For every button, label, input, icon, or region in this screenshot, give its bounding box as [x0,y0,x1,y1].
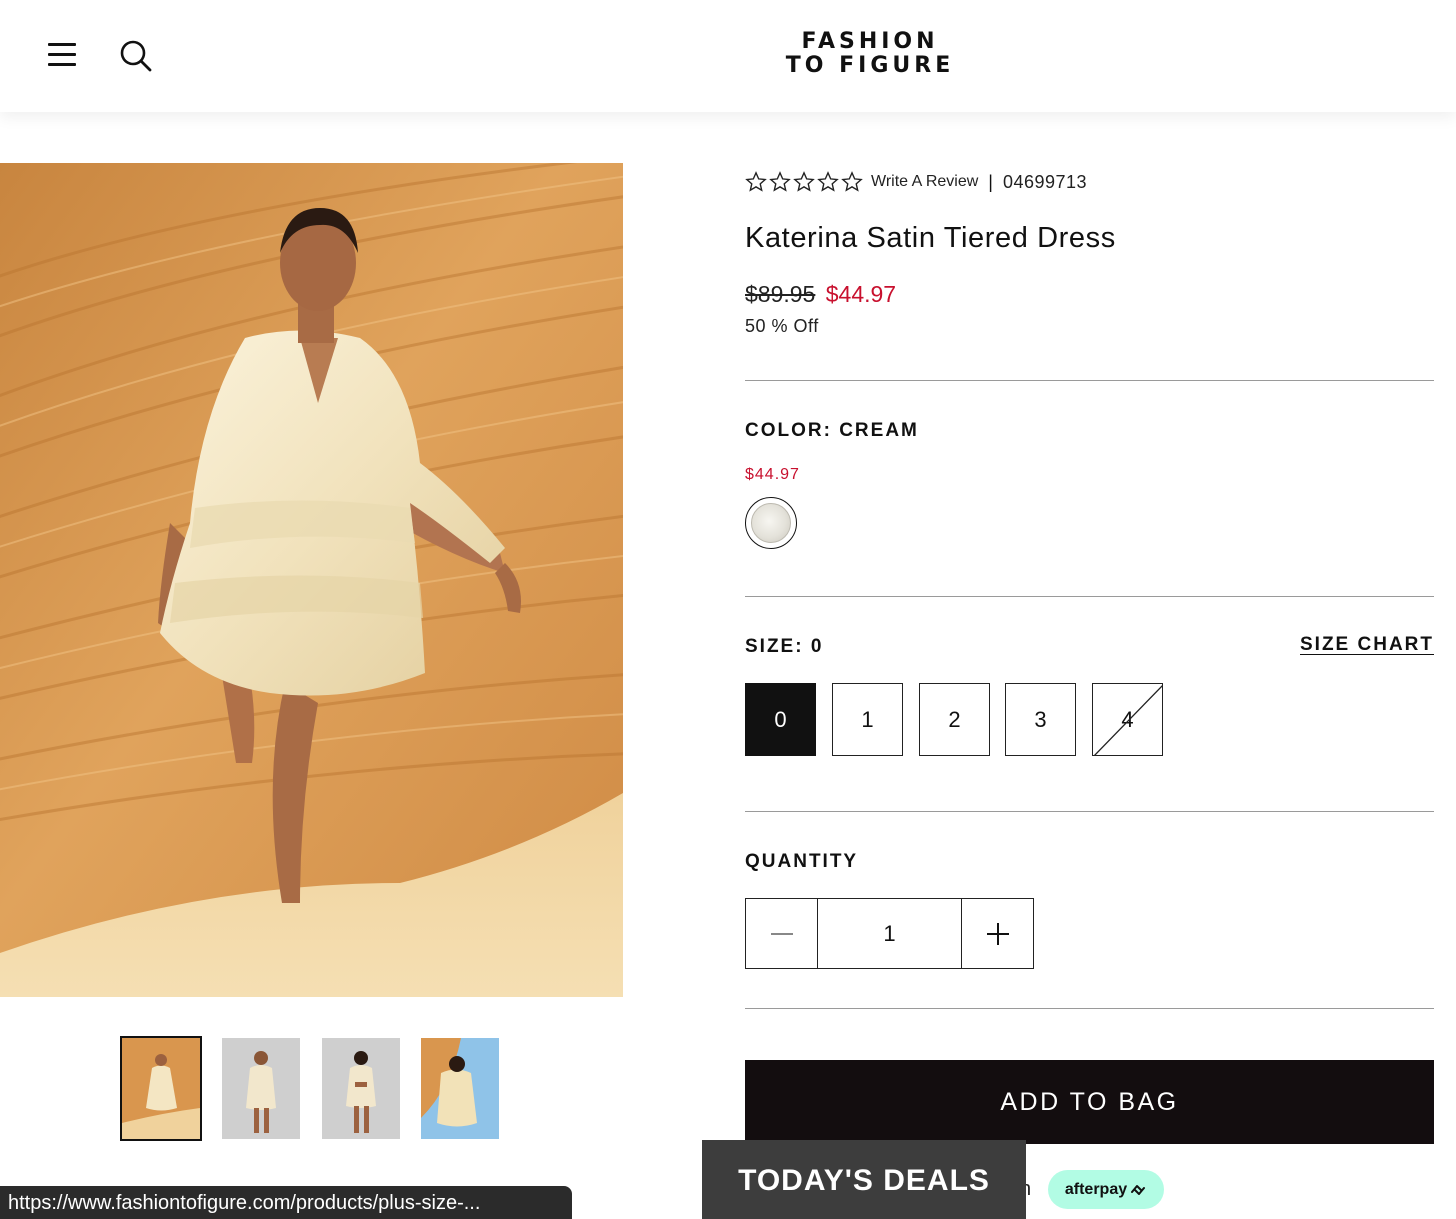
star-outline-icon [793,171,815,192]
separator: | [988,171,993,192]
size-option-2[interactable]: 2 [919,683,990,756]
divider [745,811,1434,812]
star-outline-icon [841,171,863,192]
original-price: $89.95 [745,281,816,307]
sale-price: $44.97 [825,281,897,307]
thumbnail-3[interactable] [322,1038,400,1139]
color-label: COLOR: CREAM [745,420,919,441]
quantity-decrease-button[interactable] [746,899,818,968]
main-product-image[interactable] [0,163,623,997]
size-option-label: 1 [861,706,874,732]
divider [745,596,1434,597]
hamburger-menu-icon[interactable] [46,40,80,70]
thumbnail-4[interactable] [421,1038,499,1139]
thumbnail-2[interactable] [222,1038,300,1139]
star-outline-icon [769,171,791,192]
divider [745,1008,1434,1009]
logo-line-2: TO FIGURE [785,53,955,78]
star-outline-icon [817,171,839,192]
site-header: FASHION TO FIGURE [0,0,1456,112]
quantity-label: QUANTITY [745,851,859,872]
size-option-label: 0 [774,706,787,732]
discount-label: 50 % Off [745,316,819,336]
unavailable-slash-icon [1094,685,1162,755]
color-swatch-cream[interactable] [745,497,797,549]
site-logo[interactable]: FASHION TO FIGURE [770,30,970,78]
size-option-label: 2 [948,706,961,732]
star-outline-icon [745,171,767,192]
plus-icon [986,922,1009,945]
logo-line-1: FASHION [801,29,939,54]
size-option-4-unavailable[interactable]: 4 [1092,683,1163,756]
rating-row: Write A Review | 04699713 [745,169,1087,195]
divider [745,380,1434,381]
swatch-fill [751,503,791,543]
size-option-3[interactable]: 3 [1005,683,1076,756]
minus-icon [770,932,793,935]
quantity-value[interactable]: 1 [818,899,961,968]
size-option-0[interactable]: 0 [745,683,816,756]
quantity-increase-button[interactable] [961,899,1033,968]
afterpay-label: afterpay [1064,1180,1128,1198]
size-label: SIZE: 0 [745,636,824,657]
color-price: $44.97 [745,466,800,483]
size-chart-link[interactable]: SIZE CHART [1300,634,1434,656]
star-rating [745,171,863,193]
afterpay-badge[interactable]: afterpay [1048,1170,1164,1209]
afterpay-loop-icon [1131,1184,1146,1195]
size-option-label: 3 [1034,706,1047,732]
add-to-bag-button[interactable]: ADD TO BAG [745,1060,1434,1144]
product-title: Katerina Satin Tiered Dress [745,222,1116,254]
quantity-stepper: 1 [745,898,1034,969]
size-option-1[interactable]: 1 [832,683,903,756]
price-row: $89.95 $44.97 [745,281,896,308]
todays-deals-button[interactable]: TODAY'S DEALS [702,1140,1026,1219]
product-sku: 04699713 [1002,171,1088,192]
status-bar-url: https://www.fashiontofigure.com/products… [0,1186,572,1219]
thumbnail-1[interactable] [120,1036,202,1141]
write-review-link[interactable]: Write A Review [871,173,978,191]
search-icon[interactable] [118,38,154,74]
